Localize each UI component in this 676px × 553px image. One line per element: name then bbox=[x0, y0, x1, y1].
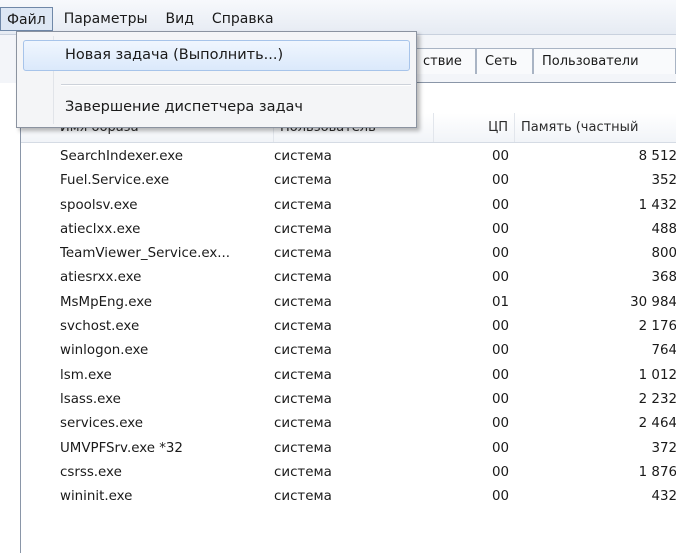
process-cpu: 00 bbox=[491, 197, 509, 213]
table-row[interactable]: wininit.exe система 00 432 bbox=[21, 485, 676, 509]
table-row[interactable]: MsMpEng.exe система 01 30 984 bbox=[21, 291, 676, 315]
process-memory: 1 012 bbox=[638, 367, 676, 383]
process-cpu: 00 bbox=[491, 221, 509, 237]
process-user: система bbox=[274, 294, 332, 310]
process-cpu: 00 bbox=[491, 246, 509, 262]
process-user: система bbox=[274, 416, 332, 432]
menu-help[interactable]: Справка bbox=[205, 7, 281, 31]
process-memory: 2 464 bbox=[638, 416, 676, 432]
process-memory: 2 176 bbox=[638, 319, 676, 335]
process-user: система bbox=[274, 464, 332, 480]
table-row[interactable]: atieclxx.exe система 00 488 bbox=[21, 218, 676, 242]
menu-view[interactable]: Вид bbox=[159, 7, 201, 31]
menu-bar: Файл Параметры Вид Справка bbox=[0, 0, 676, 35]
column-header-memory[interactable]: Память (частный bbox=[515, 113, 676, 142]
process-cpu: 00 bbox=[491, 391, 509, 407]
menu-item-new-task[interactable]: Новая задача (Выполнить...) bbox=[23, 40, 410, 71]
process-memory: 372 bbox=[651, 440, 676, 456]
process-user: система bbox=[274, 270, 332, 286]
process-table: Имя образа Пользователь ЦП Память (частн… bbox=[20, 82, 676, 553]
table-row[interactable]: winlogon.exe система 00 764 bbox=[21, 339, 676, 363]
process-name: atiesrxx.exe bbox=[60, 270, 142, 286]
process-user: система bbox=[274, 246, 332, 262]
process-user: система bbox=[274, 391, 332, 407]
process-memory: 488 bbox=[651, 221, 676, 237]
process-memory: 368 bbox=[651, 270, 676, 286]
process-user: система bbox=[274, 367, 332, 383]
table-row[interactable]: SearchIndexer.exe система 00 8 512 bbox=[21, 145, 676, 169]
process-cpu: 00 bbox=[491, 343, 509, 359]
table-row[interactable]: spoolsv.exe система 00 1 432 bbox=[21, 194, 676, 218]
menu-file[interactable]: Файл bbox=[0, 7, 53, 31]
process-cpu: 00 bbox=[491, 440, 509, 456]
process-name: spoolsv.exe bbox=[60, 197, 138, 213]
menu-item-exit-task-manager[interactable]: Завершение диспетчера задач bbox=[23, 92, 410, 123]
table-row[interactable]: svchost.exe система 00 2 176 bbox=[21, 315, 676, 339]
process-name: atieclxx.exe bbox=[60, 221, 141, 237]
process-name: wininit.exe bbox=[60, 489, 133, 505]
process-cpu: 01 bbox=[491, 294, 509, 310]
process-user: система bbox=[274, 221, 332, 237]
process-memory: 432 bbox=[651, 489, 676, 505]
process-memory: 352 bbox=[651, 173, 676, 189]
process-name: TeamViewer_Service.ex... bbox=[60, 246, 231, 262]
process-name: lsass.exe bbox=[60, 391, 121, 407]
table-row[interactable]: lsm.exe система 00 1 012 bbox=[21, 364, 676, 388]
process-name: SearchIndexer.exe bbox=[60, 149, 183, 164]
process-user: система bbox=[274, 440, 332, 456]
column-header-cpu[interactable]: ЦП bbox=[434, 113, 515, 142]
process-name: svchost.exe bbox=[60, 319, 140, 335]
process-name: MsMpEng.exe bbox=[60, 294, 153, 310]
process-memory: 764 bbox=[651, 343, 676, 359]
tab-users[interactable]: Пользователи bbox=[533, 48, 676, 74]
process-user: система bbox=[274, 173, 332, 189]
process-cpu: 00 bbox=[491, 319, 509, 335]
process-name: Fuel.Service.exe bbox=[60, 173, 170, 189]
process-cpu: 00 bbox=[491, 464, 509, 480]
process-user: система bbox=[274, 319, 332, 335]
process-name: csrss.exe bbox=[60, 464, 122, 480]
table-row[interactable]: TeamViewer_Service.ex... система 00 800 bbox=[21, 242, 676, 266]
process-memory: 800 bbox=[651, 246, 676, 262]
table-row[interactable]: csrss.exe система 00 1 876 bbox=[21, 461, 676, 485]
table-row[interactable]: UMVPFSrv.exe *32 система 00 372 bbox=[21, 437, 676, 461]
process-name: lsm.exe bbox=[60, 367, 112, 383]
process-cpu: 00 bbox=[491, 149, 509, 164]
process-user: система bbox=[274, 489, 332, 505]
process-memory: 2 232 bbox=[638, 391, 676, 407]
table-row[interactable]: atiesrxx.exe система 00 368 bbox=[21, 266, 676, 290]
tab-performance[interactable]: ствие bbox=[414, 48, 476, 74]
table-row[interactable]: Fuel.Service.exe система 00 352 bbox=[21, 169, 676, 193]
process-user: система bbox=[274, 343, 332, 359]
process-cpu: 00 bbox=[491, 416, 509, 432]
process-memory: 8 512 bbox=[638, 149, 676, 164]
process-user: система bbox=[274, 197, 332, 213]
process-memory: 1 876 bbox=[638, 464, 676, 480]
process-cpu: 00 bbox=[491, 270, 509, 286]
menu-separator bbox=[61, 84, 411, 86]
tab-network[interactable]: Сеть bbox=[476, 48, 533, 74]
process-user: система bbox=[274, 149, 332, 164]
process-rows: SearchIndexer.exe система 00 8 512 Fuel.Serv… bbox=[21, 145, 676, 509]
process-cpu: 00 bbox=[491, 367, 509, 383]
process-name: UMVPFSrv.exe *32 bbox=[60, 440, 183, 456]
menu-options[interactable]: Параметры bbox=[57, 7, 155, 31]
process-name: winlogon.exe bbox=[60, 343, 149, 359]
file-dropdown-menu: Новая задача (Выполнить...) Завершение д… bbox=[16, 31, 417, 128]
table-row[interactable]: services.exe система 00 2 464 bbox=[21, 412, 676, 436]
process-cpu: 00 bbox=[491, 489, 509, 505]
table-row[interactable]: lsass.exe система 00 2 232 bbox=[21, 388, 676, 412]
process-name: services.exe bbox=[60, 416, 143, 432]
process-memory: 30 984 bbox=[630, 294, 676, 310]
process-cpu: 00 bbox=[491, 173, 509, 189]
process-memory: 1 432 bbox=[638, 197, 676, 213]
